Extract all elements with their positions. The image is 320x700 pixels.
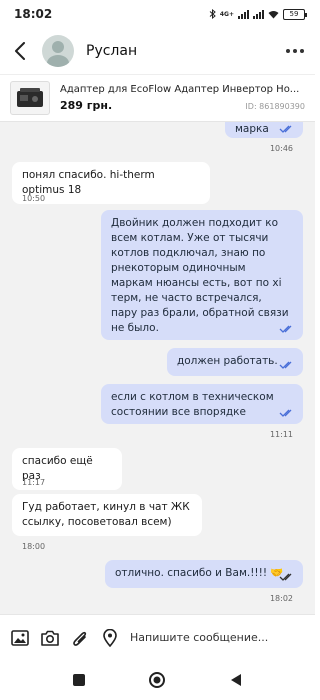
incoming-message[interactable]: Гуд работает, кинул в чат ЖК ссылку, пос… [12, 494, 202, 536]
outgoing-message[interactable]: Двойник должен подходит ко всем котлам. … [101, 210, 303, 340]
read-check-icon [279, 573, 292, 581]
message-time: 18:02 [269, 594, 293, 603]
image-icon[interactable] [10, 628, 30, 648]
signal-icon-2 [253, 9, 264, 19]
chat-header: Руслан [0, 28, 315, 74]
message-text: если с котлом в техническом состоянии вс… [111, 391, 274, 418]
recent-apps-square-icon[interactable] [67, 668, 91, 692]
outgoing-message[interactable]: если с котлом в техническом состоянии вс… [101, 384, 303, 424]
status-icons: 4G+ 59 [209, 8, 307, 20]
message-text: должен работать. [177, 355, 278, 367]
message-input[interactable] [130, 631, 305, 644]
battery-icon: 59 [283, 8, 307, 20]
outgoing-message[interactable]: марка [225, 122, 303, 138]
product-card[interactable]: Адаптер для EcoFlow Адаптер Инвертор Но.… [0, 74, 315, 122]
message-time: 10:46 [269, 144, 293, 153]
back-triangle-icon[interactable] [224, 668, 248, 692]
read-check-icon [279, 125, 292, 133]
camera-icon[interactable] [40, 628, 60, 648]
back-arrow-icon[interactable] [8, 39, 32, 63]
battery-level: 59 [289, 9, 299, 18]
power-station-icon [10, 81, 50, 115]
message-list[interactable]: марка 10:46 понял спасибо. hi-therm opti… [0, 122, 315, 614]
message-text: отлично. спасибо и Вам.!!!! 🤝 [115, 567, 284, 579]
location-pin-icon[interactable] [100, 628, 120, 648]
more-options-icon[interactable] [283, 39, 307, 63]
message-text: Гуд работает, кинул в чат ЖК ссылку, пос… [22, 501, 190, 528]
product-id: ID: 861890390 [245, 102, 305, 111]
home-circle-icon[interactable] [145, 668, 169, 692]
signal-icon [238, 9, 249, 19]
message-time: 18:00 [22, 542, 46, 551]
paperclip-icon[interactable] [70, 628, 90, 648]
system-nav-bar [0, 660, 315, 700]
product-info: Адаптер для EcoFlow Адаптер Инвертор Но.… [60, 84, 305, 112]
wifi-icon [268, 10, 279, 18]
outgoing-message[interactable]: должен работать. [167, 348, 303, 376]
avatar[interactable] [42, 35, 74, 67]
bluetooth-icon [209, 9, 216, 19]
message-time: 10:50 [22, 194, 46, 203]
message-composer [0, 614, 315, 660]
outgoing-message[interactable]: отлично. спасибо и Вам.!!!! 🤝 [105, 560, 303, 588]
product-price: 289 грн. [60, 99, 113, 112]
status-bar: 18:02 4G+ 59 [0, 0, 315, 28]
message-text: понял спасибо. hi-therm optimus 18 [22, 169, 155, 196]
message-time: 11:17 [22, 478, 46, 487]
network-type-label: 4G+ [219, 10, 234, 18]
read-check-icon [279, 361, 292, 369]
read-check-icon [279, 325, 292, 333]
message-time: 11:11 [269, 430, 293, 439]
status-time: 18:02 [14, 7, 53, 21]
product-title: Адаптер для EcoFlow Адаптер Инвертор Но.… [60, 84, 300, 95]
contact-name[interactable]: Руслан [86, 43, 137, 59]
message-text: Двойник должен подходит ко всем котлам. … [111, 217, 289, 334]
read-check-icon [279, 409, 292, 417]
